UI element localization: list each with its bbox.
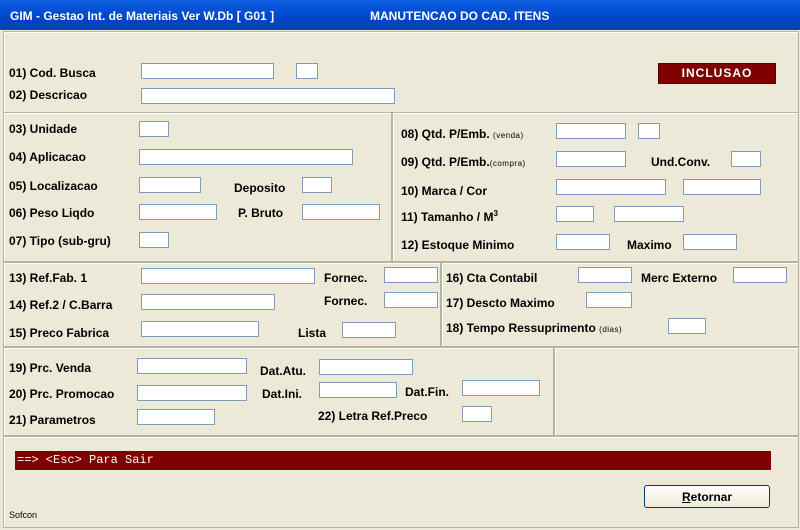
- cod-busca-digit-input[interactable]: [296, 63, 318, 79]
- label-prc-promocao: 20) Prc. Promocao: [9, 387, 115, 401]
- cta-contabil-input[interactable]: [578, 267, 632, 283]
- label-ref-fab-1: 13) Ref.Fab. 1: [9, 271, 88, 285]
- descricao-input[interactable]: [141, 88, 395, 104]
- panel-bottom: [3, 436, 799, 528]
- label-qtd-emb-compra: 09) Qtd. P/Emb.(compra): [401, 155, 526, 169]
- dat-fin-input[interactable]: [462, 380, 540, 396]
- qtd-emb-compra-input[interactable]: [556, 151, 626, 167]
- label-tipo-sub-gru: 07) Tipo (sub-gru): [9, 234, 111, 248]
- label-fornec-1: Fornec.: [324, 271, 368, 285]
- preco-fabrica-input[interactable]: [141, 321, 259, 337]
- label-marca-cor: 10) Marca / Cor: [401, 184, 488, 198]
- label-tempo-ressuprimento: 18) Tempo Ressuprimento (dias): [446, 321, 623, 335]
- parametros-input[interactable]: [137, 409, 215, 425]
- mode-badge: INCLUSAO: [658, 63, 776, 84]
- marca-input[interactable]: [556, 179, 666, 195]
- letra-ref-preco-input[interactable]: [462, 406, 492, 422]
- ref-2-c-barra-input[interactable]: [141, 294, 275, 310]
- peso-liqdo-input[interactable]: [139, 204, 217, 220]
- label-letra-ref-preco: 22) Letra Ref.Preco: [318, 409, 428, 423]
- label-preco-fabrica: 15) Preco Fabrica: [9, 326, 110, 340]
- exit-hint-bar: ==> <Esc> Para Sair: [15, 451, 771, 470]
- merc-externo-input[interactable]: [733, 267, 787, 283]
- label-dat-fin: Dat.Fin.: [405, 385, 449, 399]
- peso-bruto-input[interactable]: [302, 204, 380, 220]
- descto-maximo-input[interactable]: [586, 292, 632, 308]
- label-unidade: 03) Unidade: [9, 122, 78, 136]
- label-parametros: 21) Parametros: [9, 413, 96, 427]
- label-dat-atu: Dat.Atu.: [260, 364, 306, 378]
- label-und-conv: Und.Conv.: [651, 155, 711, 169]
- panel-right-3: [554, 347, 799, 436]
- deposito-input[interactable]: [302, 177, 332, 193]
- label-lista: Lista: [298, 326, 327, 340]
- qtd-emb-venda-input[interactable]: [556, 123, 626, 139]
- title-bar: GIM - Gestao Int. de Materiais Ver W.Db …: [0, 0, 800, 30]
- aplicacao-input[interactable]: [139, 149, 353, 165]
- label-maximo: Maximo: [627, 238, 672, 252]
- label-localizacao: 05) Localizacao: [9, 179, 98, 193]
- retornar-button[interactable]: Retornar: [644, 485, 770, 508]
- prc-promocao-input[interactable]: [137, 385, 247, 401]
- tempo-ressuprimento-input[interactable]: [668, 318, 706, 334]
- label-descricao: 02) Descricao: [9, 88, 88, 102]
- ref-fab-1-input[interactable]: [141, 268, 315, 284]
- label-prc-venda: 19) Prc. Venda: [9, 361, 92, 375]
- tipo-sub-gru-input[interactable]: [139, 232, 169, 248]
- cod-busca-input[interactable]: [141, 63, 274, 79]
- prc-venda-input[interactable]: [137, 358, 247, 374]
- label-estoque-minimo: 12) Estoque Minimo: [401, 238, 515, 252]
- lista-input[interactable]: [342, 322, 396, 338]
- label-tamanho-m3: 11) Tamanho / M3: [401, 209, 498, 224]
- qtd-emb-venda-unit-input[interactable]: [638, 123, 660, 139]
- unidade-input[interactable]: [139, 121, 169, 137]
- label-peso-bruto: P. Bruto: [238, 206, 284, 220]
- label-fornec-2: Fornec.: [324, 294, 368, 308]
- dat-atu-input[interactable]: [319, 359, 413, 375]
- fornec-2-input[interactable]: [384, 292, 438, 308]
- label-merc-externo: Merc Externo: [641, 271, 718, 285]
- footer-brand: Sofcon: [9, 510, 38, 520]
- label-descto-maximo: 17) Descto Maximo: [446, 296, 555, 310]
- label-qtd-emb-venda: 08) Qtd. P/Emb. (venda): [401, 127, 524, 141]
- app-title: GIM - Gestao Int. de Materiais Ver W.Db …: [10, 9, 275, 23]
- screen-title: MANUTENCAO DO CAD. ITENS: [370, 9, 550, 23]
- localizacao-input[interactable]: [139, 177, 201, 193]
- label-cta-contabil: 16) Cta Contabil: [446, 271, 538, 285]
- und-conv-input[interactable]: [731, 151, 761, 167]
- dat-ini-input[interactable]: [319, 382, 397, 398]
- estoque-minimo-input[interactable]: [556, 234, 610, 250]
- cor-input[interactable]: [683, 179, 761, 195]
- label-cod-busca: 01) Cod. Busca: [9, 66, 96, 80]
- retornar-button-label: Retornar: [681, 489, 732, 504]
- fornec-1-input[interactable]: [384, 267, 438, 283]
- label-dat-ini: Dat.Ini.: [262, 387, 303, 401]
- m3-input[interactable]: [614, 206, 684, 222]
- label-ref-2-c-barra: 14) Ref.2 / C.Barra: [9, 298, 113, 312]
- label-deposito: Deposito: [234, 181, 286, 195]
- label-peso-liqdo: 06) Peso Liqdo: [9, 206, 95, 220]
- estoque-maximo-input[interactable]: [683, 234, 737, 250]
- tamanho-input[interactable]: [556, 206, 594, 222]
- label-aplicacao: 04) Aplicacao: [9, 150, 86, 164]
